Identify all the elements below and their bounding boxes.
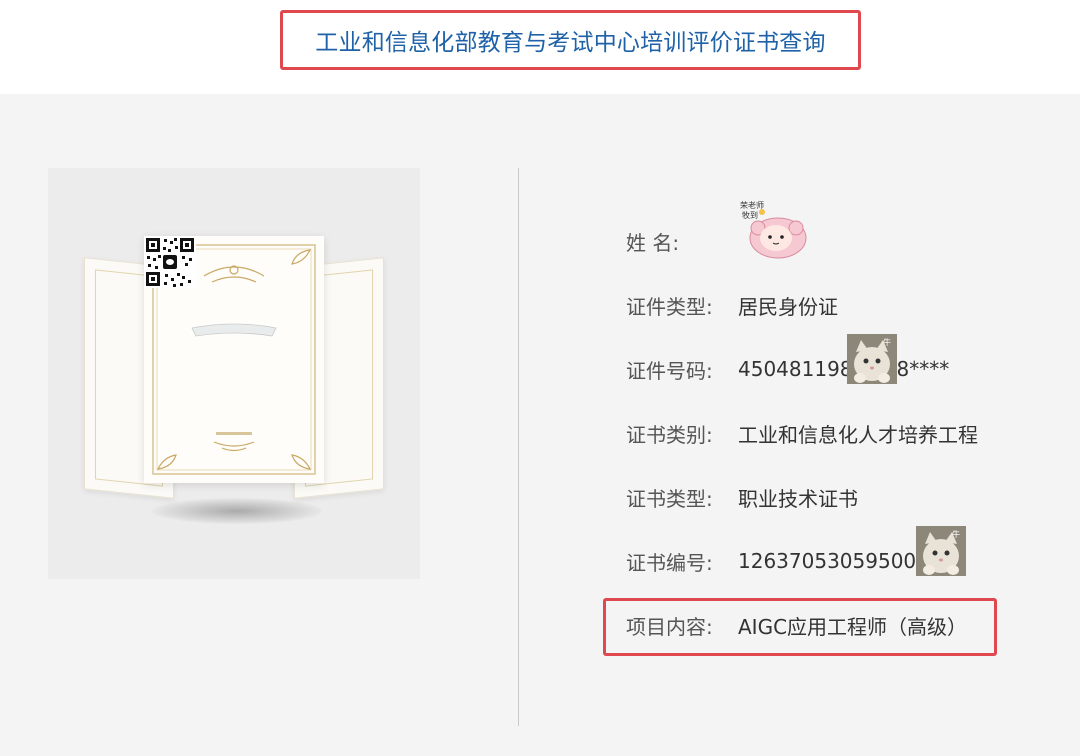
qr-code-icon [144, 236, 196, 288]
sticker-caption: 荣老师 [740, 200, 764, 210]
field-value-cert-number: 12637053059500 [738, 549, 917, 573]
field-value-cert-category: 工业和信息化人才培养工程 [738, 422, 978, 447]
field-value-id-type: 居民身份证 [738, 294, 838, 319]
field-label-cert-type: 证书类型: [626, 486, 713, 511]
certificate-shadow [152, 498, 322, 524]
title-highlight-box: 工业和信息化部教育与考试中心培训评价证书查询 [280, 10, 861, 70]
name-redaction-sticker: 荣老师 牧到 [738, 200, 808, 275]
field-value-id-number-suffix: 8**** [896, 357, 950, 381]
certificate-preview [48, 168, 420, 579]
certificate-front [144, 236, 324, 483]
field-row-id-number: 证件号码: 450481198 牛 8**** [626, 333, 950, 389]
field-row-name: 姓 名: 荣老师 牧到 [626, 200, 808, 261]
field-label-id-type: 证件类型: [626, 294, 713, 319]
project-highlight-box [603, 598, 997, 656]
svg-text:牧到: 牧到 [742, 210, 758, 220]
field-row-id-type: 证件类型: 居民身份证 [626, 285, 838, 325]
field-row-cert-type: 证书类型: 职业技术证书 [626, 477, 858, 517]
cat-photo-icon: 牛 [916, 525, 967, 576]
field-row-cert-number: 证书编号: 12637053059500 牛 [626, 525, 967, 581]
field-row-cert-category: 证书类别: 工业和信息化人才培养工程 [626, 413, 978, 453]
field-value-cert-type: 职业技术证书 [738, 486, 858, 511]
cat-photo-icon: 牛 [846, 333, 897, 384]
main-content: 姓 名: 荣老师 牧到 证件类型: 居民身份证 证件号码: 450481198 [0, 94, 1080, 756]
field-label-cert-number: 证书编号: [626, 550, 713, 575]
page-header: 工业和信息化部教育与考试中心培训评价证书查询 [0, 0, 1080, 94]
page-title: 工业和信息化部教育与考试中心培训评价证书查询 [315, 30, 826, 56]
svg-text:牛: 牛 [883, 337, 891, 347]
svg-text:牛: 牛 [952, 529, 960, 539]
cartoon-sheep-icon: 荣老师 牧到 [740, 200, 807, 258]
vertical-divider [518, 168, 519, 726]
field-label-name: 姓 名: [626, 230, 680, 255]
id-redaction-sticker: 牛 [846, 333, 897, 397]
field-label-id-number: 证件号码: [626, 358, 713, 383]
cert-number-redaction-sticker: 牛 [916, 525, 967, 589]
field-label-cert-category: 证书类别: [626, 422, 713, 447]
field-value-id-number: 450481198 [738, 357, 853, 381]
